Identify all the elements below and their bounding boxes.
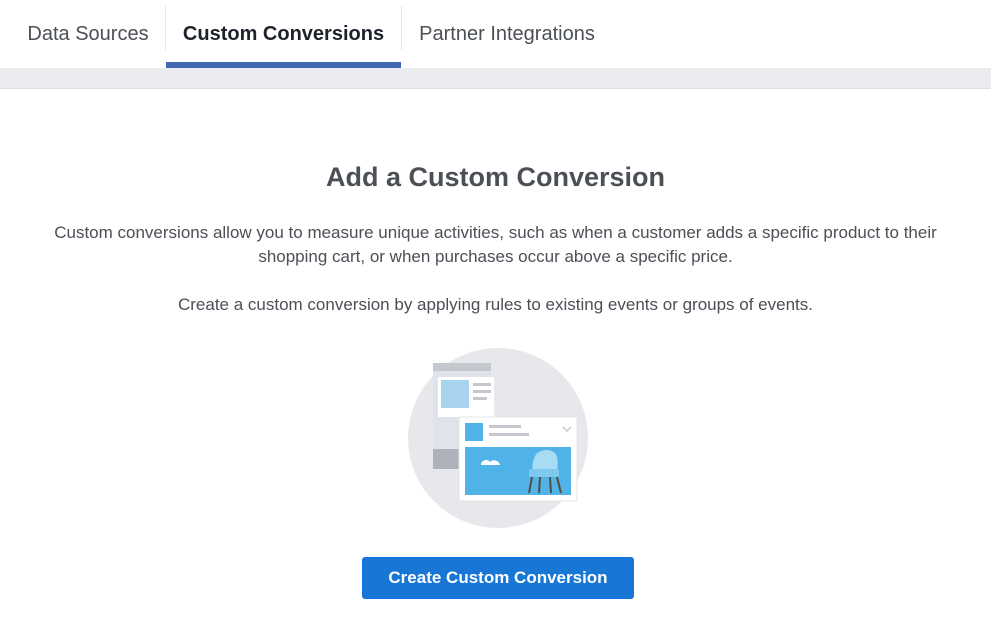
tab-custom-conversions[interactable]: Custom Conversions <box>166 0 401 68</box>
description-text: Custom conversions allow you to measure … <box>54 223 937 266</box>
main-content: Add a Custom Conversion Custom conversio… <box>0 90 991 622</box>
instruction-text: Create a custom conversion by applying r… <box>177 295 813 314</box>
tab-data-sources[interactable]: Data Sources <box>12 0 164 68</box>
page-title: Add a Custom Conversion <box>325 162 666 192</box>
header-divider <box>0 68 991 89</box>
tab-bar: Data Sources Custom Conversions Partner … <box>0 0 991 68</box>
create-custom-conversion-button[interactable]: Create Custom Conversion <box>362 557 634 599</box>
tab-partner-integrations[interactable]: Partner Integrations <box>402 0 612 68</box>
custom-conversion-illustration-icon <box>405 345 591 531</box>
